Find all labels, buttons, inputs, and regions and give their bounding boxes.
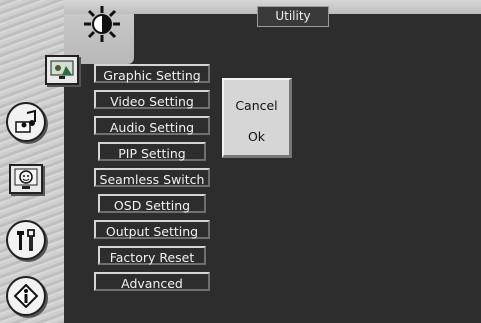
menu-item-advanced[interactable]: Advanced — [94, 272, 210, 291]
cancel-button[interactable]: Cancel — [224, 98, 289, 113]
menu-item-osd-setting[interactable]: OSD Setting — [98, 194, 206, 213]
menu-item-factory-reset[interactable]: Factory Reset — [98, 246, 206, 265]
menu-item-video-setting[interactable]: Video Setting — [94, 90, 210, 109]
brightness-button[interactable] — [82, 6, 122, 46]
menu-item-seamless-switch[interactable]: Seamless Switch — [94, 168, 210, 187]
tools-icon — [6, 220, 46, 260]
audio-icon — [6, 102, 46, 142]
menu-item-graphic-setting[interactable]: Graphic Setting — [94, 64, 210, 83]
audio-button[interactable] — [6, 102, 46, 142]
face-icon — [9, 164, 43, 194]
window-title: Utility — [257, 6, 329, 27]
picture-icon — [45, 55, 79, 85]
info-icon — [6, 276, 46, 316]
picture-button[interactable] — [42, 50, 82, 90]
face-button[interactable] — [6, 159, 46, 199]
top-frame — [0, 0, 481, 14]
menu-item-audio-setting[interactable]: Audio Setting — [94, 116, 210, 135]
confirm-dialog: Cancel Ok — [222, 78, 292, 158]
tools-button[interactable] — [6, 220, 46, 260]
ok-button[interactable]: Ok — [224, 129, 289, 144]
menu-item-pip-setting[interactable]: PIP Setting — [98, 142, 206, 161]
brightness-icon — [83, 5, 121, 47]
menu-item-output-setting[interactable]: Output Setting — [94, 220, 210, 239]
info-button[interactable] — [6, 276, 46, 316]
